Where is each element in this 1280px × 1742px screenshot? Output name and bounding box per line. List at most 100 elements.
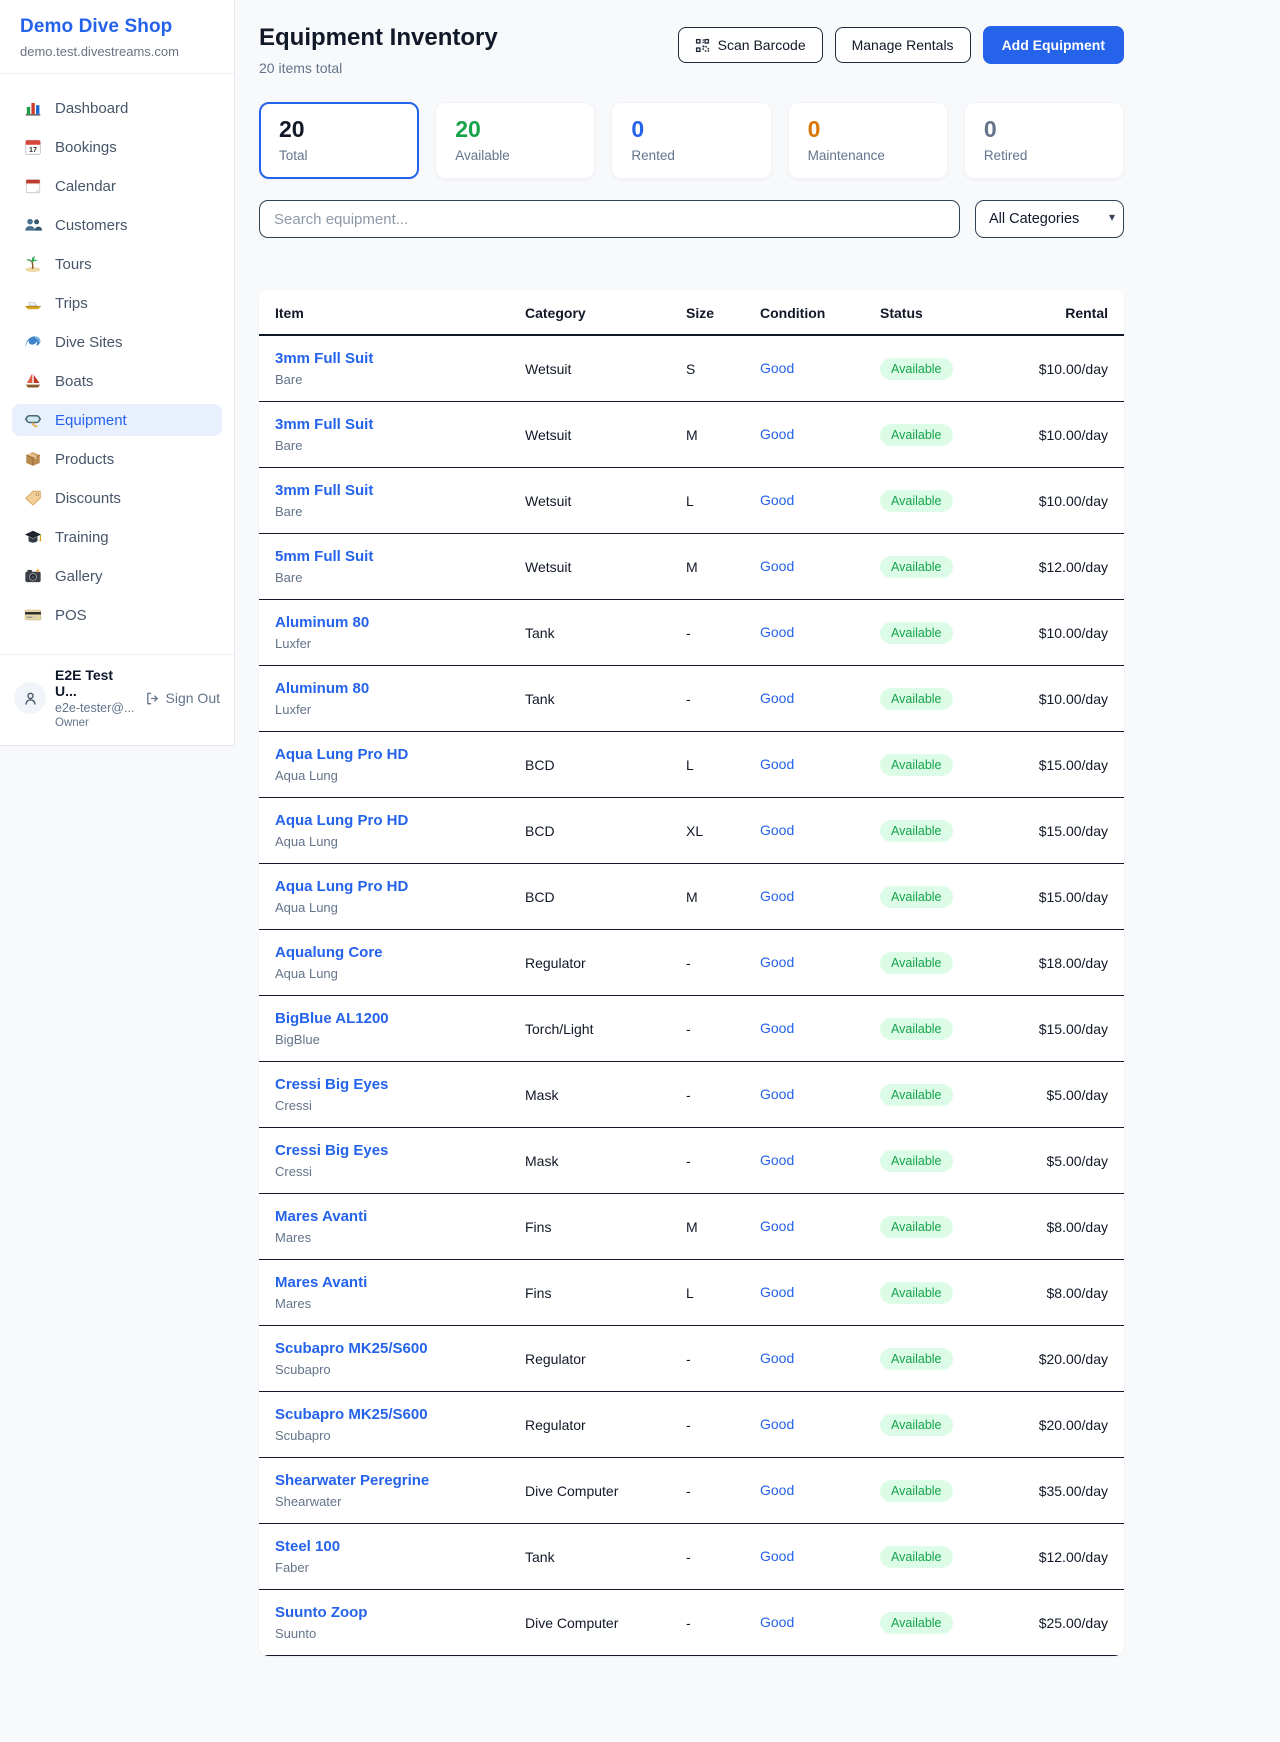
condition-link[interactable]: Good [760,822,794,838]
stat-card-available[interactable]: 20 Available [435,102,595,179]
condition-link[interactable]: Good [760,756,794,772]
sidebar-item-boats[interactable]: Boats [12,365,222,397]
item-size: M [670,1194,744,1260]
status-badge: Available [880,556,953,578]
stat-card-total[interactable]: 20 Total [259,102,419,179]
condition-link[interactable]: Good [760,492,794,508]
item-name-link[interactable]: Cressi Big Eyes [275,1142,388,1159]
status-badge: Available [880,688,953,710]
condition-link[interactable]: Good [760,1284,794,1300]
item-category: Tank [509,1524,670,1590]
col-header-condition: Condition [744,290,864,335]
manage-rentals-button[interactable]: Manage Rentals [835,27,971,63]
item-brand: Bare [275,504,493,519]
item-name-link[interactable]: Aqua Lung Pro HD [275,746,408,763]
status-badge: Available [880,622,953,644]
category-filter[interactable]: All Categories [975,200,1124,238]
item-size: - [670,1326,744,1392]
stat-card-maintenance[interactable]: 0 Maintenance [788,102,948,179]
condition-link[interactable]: Good [760,1020,794,1036]
item-name-link[interactable]: Suunto Zoop [275,1604,367,1621]
status-badge: Available [880,1414,953,1436]
stat-card-rented[interactable]: 0 Rented [611,102,771,179]
item-name-link[interactable]: Cressi Big Eyes [275,1076,388,1093]
item-name-link[interactable]: 3mm Full Suit [275,350,373,367]
item-name-link[interactable]: 3mm Full Suit [275,482,373,499]
condition-link[interactable]: Good [760,360,794,376]
item-name-link[interactable]: Scubapro MK25/S600 [275,1406,428,1423]
condition-link[interactable]: Good [760,1482,794,1498]
item-name-link[interactable]: Aqua Lung Pro HD [275,812,408,829]
condition-link[interactable]: Good [760,1086,794,1102]
condition-link[interactable]: Good [760,1218,794,1234]
sidebar-item-tours[interactable]: Tours [12,248,222,280]
sign-out-button[interactable]: Sign Out [145,690,220,706]
item-category: Mask [509,1062,670,1128]
sidebar-item-calendar[interactable]: Calendar [12,170,222,202]
condition-link[interactable]: Good [760,624,794,640]
sidebar-item-equipment[interactable]: Equipment [12,404,222,436]
condition-link[interactable]: Good [760,1614,794,1630]
item-name-link[interactable]: Mares Avanti [275,1208,367,1225]
graduation-cap-icon [24,528,42,546]
item-brand: Scubapro [275,1428,493,1443]
condition-link[interactable]: Good [760,1416,794,1432]
item-name-link[interactable]: 3mm Full Suit [275,416,373,433]
sidebar-item-gallery[interactable]: Gallery [12,560,222,592]
brand-domain: demo.test.divestreams.com [20,44,214,59]
item-rental-rate: $10.00/day [994,468,1124,534]
item-rental-rate: $25.00/day [994,1590,1124,1656]
item-name-link[interactable]: Aluminum 80 [275,680,369,697]
user-name: E2E Test U... [55,667,136,699]
app-root: Demo Dive Shop demo.test.divestreams.com… [0,0,1280,1684]
sidebar-item-customers[interactable]: Customers [12,209,222,241]
sidebar-item-products[interactable]: Products [12,443,222,475]
search-input[interactable] [259,200,960,238]
item-name-link[interactable]: 5mm Full Suit [275,548,373,565]
item-name-link[interactable]: Aluminum 80 [275,614,369,631]
sidebar-item-dive-sites[interactable]: Dive Sites [12,326,222,358]
brand-name[interactable]: Demo Dive Shop [20,16,214,38]
stat-label: Total [279,148,399,163]
item-name-link[interactable]: Scubapro MK25/S600 [275,1340,428,1357]
sidebar-item-trips[interactable]: Trips [12,287,222,319]
add-equipment-button[interactable]: Add Equipment [983,26,1124,64]
condition-link[interactable]: Good [760,1548,794,1564]
condition-link[interactable]: Good [760,1350,794,1366]
condition-link[interactable]: Good [760,558,794,574]
item-rental-rate: $20.00/day [994,1326,1124,1392]
sidebar-item-label: Discounts [55,490,121,507]
condition-link[interactable]: Good [760,1152,794,1168]
package-icon [24,450,42,468]
item-rental-rate: $15.00/day [994,996,1124,1062]
condition-link[interactable]: Good [760,954,794,970]
item-name-link[interactable]: Steel 100 [275,1538,340,1555]
scan-barcode-button[interactable]: Scan Barcode [678,27,823,63]
sidebar-item-bookings[interactable]: 17 Bookings [12,131,222,163]
table-row: Aqua Lung Pro HD Aqua Lung BCD L Good Av… [259,732,1124,798]
sidebar-item-label: POS [55,607,87,624]
item-name-link[interactable]: Aqualung Core [275,944,383,961]
item-category: Tank [509,666,670,732]
island-icon [24,255,42,273]
item-size: L [670,732,744,798]
table-row: Aqua Lung Pro HD Aqua Lung BCD XL Good A… [259,798,1124,864]
stat-card-retired[interactable]: 0 Retired [964,102,1124,179]
stat-label: Available [455,148,575,163]
item-size: M [670,864,744,930]
stats-row: 20 Total 20 Available 0 Rented 0 Mainten… [259,102,1124,179]
brand-block: Demo Dive Shop demo.test.divestreams.com [0,0,234,74]
condition-link[interactable]: Good [760,888,794,904]
sidebar-item-pos[interactable]: POS [12,599,222,631]
item-name-link[interactable]: Shearwater Peregrine [275,1472,429,1489]
item-brand: Aqua Lung [275,834,493,849]
sidebar-item-dashboard[interactable]: Dashboard [12,92,222,124]
sidebar-item-training[interactable]: Training [12,521,222,553]
condition-link[interactable]: Good [760,426,794,442]
item-name-link[interactable]: Aqua Lung Pro HD [275,878,408,895]
status-badge: Available [880,358,953,380]
item-name-link[interactable]: BigBlue AL1200 [275,1010,389,1027]
item-name-link[interactable]: Mares Avanti [275,1274,367,1291]
condition-link[interactable]: Good [760,690,794,706]
sidebar-item-discounts[interactable]: Discounts [12,482,222,514]
